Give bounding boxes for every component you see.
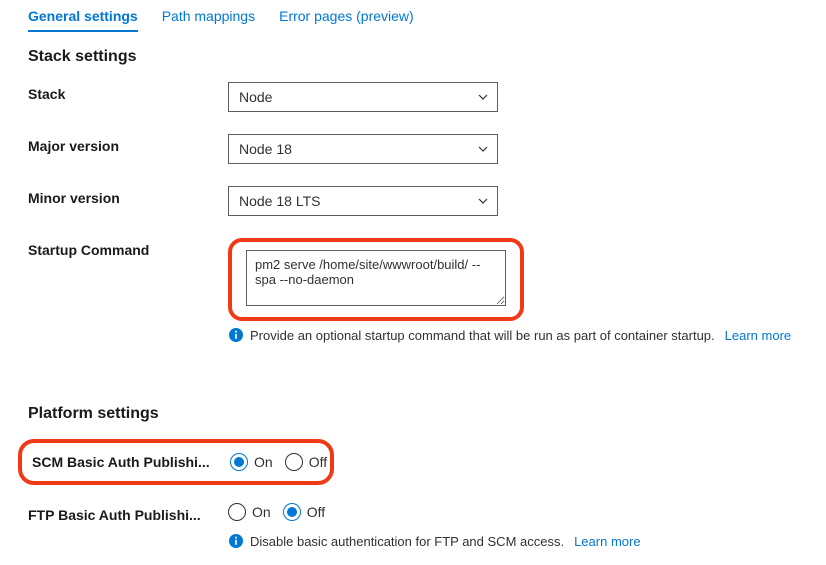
tab-path-mappings[interactable]: Path mappings — [162, 8, 255, 32]
scm-radio-group: On Off — [230, 453, 327, 471]
stack-select[interactable]: Node — [228, 82, 498, 112]
major-version-value: Node 18 — [239, 141, 292, 157]
scm-on-label: On — [254, 454, 273, 470]
scm-off-label: Off — [309, 454, 327, 470]
startup-highlight — [228, 238, 524, 321]
chevron-down-icon — [477, 195, 489, 207]
scm-label: SCM Basic Auth Publishi... — [28, 454, 230, 470]
stack-select-value: Node — [239, 89, 272, 105]
auth-learn-more-link[interactable]: Learn more — [574, 534, 640, 549]
platform-settings-heading: Platform settings — [28, 405, 798, 423]
scm-highlight: SCM Basic Auth Publishi... On Off — [18, 439, 334, 485]
minor-version-select[interactable]: Node 18 LTS — [228, 186, 498, 216]
major-version-select[interactable]: Node 18 — [228, 134, 498, 164]
tab-general-settings[interactable]: General settings — [28, 8, 138, 32]
startup-command-input[interactable] — [246, 250, 506, 306]
ftp-off-label: Off — [307, 504, 325, 520]
info-icon — [228, 533, 244, 549]
radio-circle-icon — [228, 503, 246, 521]
stack-settings-heading: Stack settings — [28, 48, 798, 66]
ftp-label: FTP Basic Auth Publishi... — [28, 503, 228, 523]
radio-circle-icon — [283, 503, 301, 521]
radio-circle-icon — [285, 453, 303, 471]
auth-info-text: Disable basic authentication for FTP and… — [250, 534, 564, 549]
scm-radio-on[interactable]: On — [230, 453, 273, 471]
ftp-radio-on[interactable]: On — [228, 503, 271, 521]
chevron-down-icon — [477, 143, 489, 155]
stack-label: Stack — [28, 82, 228, 102]
tab-error-pages[interactable]: Error pages (preview) — [279, 8, 414, 32]
tabs-nav: General settings Path mappings Error pag… — [28, 8, 798, 32]
ftp-radio-group: On Off — [228, 503, 798, 521]
scm-radio-off[interactable]: Off — [285, 453, 327, 471]
chevron-down-icon — [477, 91, 489, 103]
ftp-on-label: On — [252, 504, 271, 520]
minor-version-value: Node 18 LTS — [239, 193, 320, 209]
info-icon — [228, 327, 244, 343]
major-version-label: Major version — [28, 134, 228, 154]
startup-info-text: Provide an optional startup command that… — [250, 328, 715, 343]
startup-learn-more-link[interactable]: Learn more — [725, 328, 791, 343]
minor-version-label: Minor version — [28, 186, 228, 206]
ftp-radio-off[interactable]: Off — [283, 503, 325, 521]
startup-command-label: Startup Command — [28, 238, 228, 258]
radio-circle-icon — [230, 453, 248, 471]
